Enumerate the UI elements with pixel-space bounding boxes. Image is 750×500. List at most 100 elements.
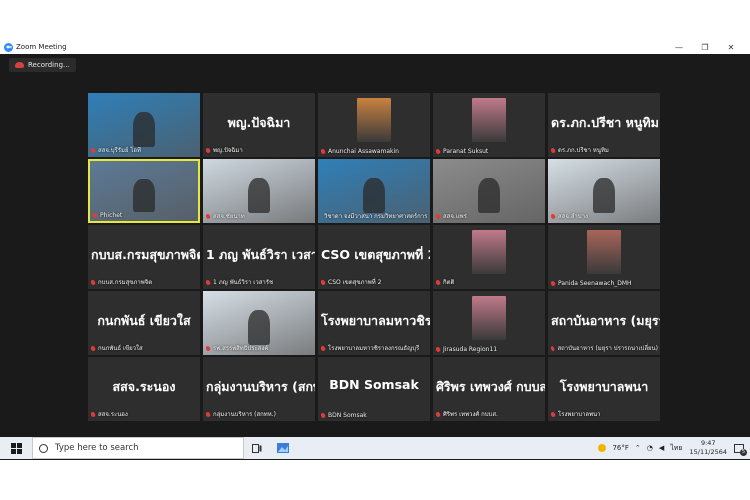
participant-tile[interactable]: วิชาดา จงมีวาสนา กรมวิทยาศาสตร์การ... xyxy=(318,159,430,223)
participant-name-label: Anunchai Assawamakin xyxy=(321,148,428,155)
photos-app-icon[interactable] xyxy=(270,437,296,459)
taskbar-search-box[interactable]: Type here to search xyxy=(32,437,244,459)
maximize-button[interactable]: ❐ xyxy=(692,43,718,52)
participant-name-text: Anunchai Assawamakin xyxy=(328,148,399,155)
participant-name-text: ศิริพร เทพวงศ์ กบบส. xyxy=(443,411,498,418)
participant-tile[interactable]: โรงพยาบาลมหาวชิราลงกรณโรงพยาบาลมหาวชิราล… xyxy=(318,291,430,355)
participant-name-text: กบบส.กรมสุขภาพจิต xyxy=(98,279,153,286)
search-placeholder: Type here to search xyxy=(55,443,139,453)
participant-tile[interactable]: สสจ.ชัยนาท xyxy=(203,159,315,223)
participant-tile[interactable]: ดร.ภก.ปรีชา หนูทิม ดร.ภก.ปรีชา หนูทิม xyxy=(548,93,660,157)
notification-count: 5 xyxy=(740,448,747,456)
participant-tile[interactable]: พญ.ปัจฉิมา พญ.ปัจฉิมา xyxy=(203,93,315,157)
search-icon xyxy=(39,443,48,453)
participant-tile[interactable]: กบบส.กรมสุขภาพจิต กบบส.กรมสุขภาพจิต xyxy=(88,225,200,289)
participant-tile[interactable]: ศิริพร เทพวงศ์ กบบส. ศิริพร เทพวงศ์ กบบส. xyxy=(433,357,545,421)
person-silhouette xyxy=(247,178,271,214)
clock-date: 15/11/2564 xyxy=(689,448,727,456)
minimize-button[interactable]: — xyxy=(666,43,692,52)
mic-muted-icon xyxy=(91,146,96,154)
task-view-icon[interactable] xyxy=(244,437,270,459)
mic-muted-icon xyxy=(206,410,211,418)
participant-name-text: สสจ.ลำปาง xyxy=(558,213,588,220)
start-button[interactable] xyxy=(0,437,32,459)
participant-tile[interactable]: สสจ.บุรีรัมย์ ไอที xyxy=(88,93,200,157)
participant-name-text: สถาบันอาหาร (มยุรา ปรารถนาเปลี่ยน) xyxy=(557,345,658,352)
participant-display-name: กลุ่มงานบริหาร (สกทห.) xyxy=(206,379,315,394)
participant-display-name: CSO เขตสุขภาพที่ 2 xyxy=(321,247,430,262)
participant-name-text: กลุ่มงานบริหาร (สกทห.) xyxy=(213,411,276,418)
close-button[interactable]: ✕ xyxy=(718,43,744,52)
mic-muted-icon xyxy=(321,213,323,219)
participant-name-text: พญ.ปัจฉิมา xyxy=(213,147,243,154)
language-indicator[interactable]: ไทย xyxy=(670,443,682,454)
mic-muted-icon xyxy=(551,344,556,352)
person-silhouette xyxy=(362,178,386,214)
recording-indicator[interactable]: Recording... xyxy=(9,58,76,72)
weather-icon[interactable] xyxy=(598,444,607,452)
mic-muted-icon xyxy=(91,278,96,286)
participant-name-label: CSO เขตสุขภาพที่ 2 xyxy=(321,277,428,287)
participant-tile[interactable]: สสจ.ลำปาง xyxy=(548,159,660,223)
mic-muted-icon xyxy=(93,212,98,219)
participant-name-label: Paranat Suksut xyxy=(436,148,543,155)
participant-name-text: กนกพันธ์ เขียวใส xyxy=(98,345,143,352)
participant-display-name: โรงพยาบาลมหาวชิราลงกรณ xyxy=(321,313,430,328)
participant-name-label: สสจ.แพร่ xyxy=(436,211,543,221)
participant-tile[interactable]: สสจ.ระนอง สสจ.ระนอง xyxy=(88,357,200,421)
participant-name-text: Jirasuda Region11 xyxy=(443,346,498,353)
mic-muted-icon xyxy=(206,146,211,154)
title-bar: Zoom Meeting — ❐ ✕ xyxy=(0,40,750,54)
participant-tile[interactable]: รพ.สรรพสิทธิประสงค์ xyxy=(203,291,315,355)
profile-photo xyxy=(472,98,506,142)
mic-muted-icon xyxy=(436,148,441,155)
participant-display-name: ศิริพร เทพวงศ์ กบบส. xyxy=(436,379,545,394)
participant-tile[interactable]: Phichet xyxy=(88,159,200,223)
participant-tile[interactable]: Anunchai Assawamakin xyxy=(318,93,430,157)
participant-name-text: สสจ.บุรีรัมย์ ไอที xyxy=(98,147,141,154)
participant-name-label: สสจ.บุรีรัมย์ ไอที xyxy=(91,145,198,155)
participant-name-label: รพ.สรรพสิทธิประสงค์ xyxy=(206,343,313,353)
participant-tile[interactable]: สสจ.แพร่ xyxy=(433,159,545,223)
mic-muted-icon xyxy=(321,412,326,419)
recording-label: Recording... xyxy=(28,61,70,69)
participant-name-text: BDN Somsak xyxy=(328,412,367,419)
clock[interactable]: 9:47 15/11/2564 xyxy=(690,439,727,457)
participant-name-label: โรงพยาบาลพนา xyxy=(551,409,658,419)
participant-name-text: Paranat Suksut xyxy=(443,148,489,155)
participant-tile[interactable]: กลุ่มงานบริหาร (สกทห.) กลุ่มงานบริหาร (สก… xyxy=(203,357,315,421)
mic-muted-icon xyxy=(91,410,96,418)
participant-tile[interactable]: โรงพยาบาลพนา โรงพยาบาลพนา xyxy=(548,357,660,421)
participant-name-label: ศิริพร เทพวงศ์ กบบส. xyxy=(436,409,543,419)
mic-muted-icon xyxy=(321,148,326,155)
gallery-grid: สสจ.บุรีรัมย์ ไอที พญ.ปัจฉิมา พญ.ปัจฉิมา An… xyxy=(88,93,660,421)
participant-name-text: รพ.สรรพสิทธิประสงค์ xyxy=(213,345,269,352)
profile-photo xyxy=(357,98,391,142)
zoom-window: Zoom Meeting — ❐ ✕ Recording... สสจ.บุรี… xyxy=(0,40,750,460)
weather-temp[interactable]: 76°F xyxy=(612,444,628,452)
show-hidden-icons[interactable]: ⌃ xyxy=(635,444,641,452)
participant-name-text: CSO เขตสุขภาพที่ 2 xyxy=(328,279,382,286)
network-icon[interactable]: ◔ xyxy=(647,444,653,452)
participant-tile[interactable]: 1 ภญ พันธ์วิรา เวสารัช 1 ภญ พันธ์วิรา เวส… xyxy=(203,225,315,289)
participant-name-label: กิตติ xyxy=(436,277,543,287)
participant-tile[interactable]: กนกพันธ์ เขียวใส กนกพันธ์ เขียวใส xyxy=(88,291,200,355)
mic-muted-icon xyxy=(206,278,211,286)
participant-tile[interactable]: กิตติ xyxy=(433,225,545,289)
person-silhouette xyxy=(132,112,156,148)
person-silhouette xyxy=(477,178,501,214)
profile-photo xyxy=(587,230,621,274)
participant-display-name: โรงพยาบาลพนา xyxy=(559,379,649,394)
participant-tile[interactable]: CSO เขตสุขภาพที่ 2 CSO เขตสุขภาพที่ 2 xyxy=(318,225,430,289)
participant-tile[interactable]: BDN Somsak BDN Somsak xyxy=(318,357,430,421)
participant-display-name: กบบส.กรมสุขภาพจิต xyxy=(91,247,200,262)
participant-name-label: 1 ภญ พันธ์วิรา เวสารัช xyxy=(206,277,313,287)
participant-tile[interactable]: Paranat Suksut xyxy=(433,93,545,157)
participant-name-text: สสจ.ชัยนาท xyxy=(213,213,245,220)
notification-center-icon[interactable]: 5 xyxy=(734,443,747,456)
volume-icon[interactable]: ◀ xyxy=(659,444,664,452)
participant-tile[interactable]: Panida Seenawach_DMH xyxy=(548,225,660,289)
participant-tile[interactable]: สถาบันอาหาร (มยุรา) สถาบันอาหาร (มยุรา ปร… xyxy=(548,291,660,355)
participant-name-label: Phichet xyxy=(93,212,196,219)
participant-tile[interactable]: Jirasuda Region11 xyxy=(433,291,545,355)
